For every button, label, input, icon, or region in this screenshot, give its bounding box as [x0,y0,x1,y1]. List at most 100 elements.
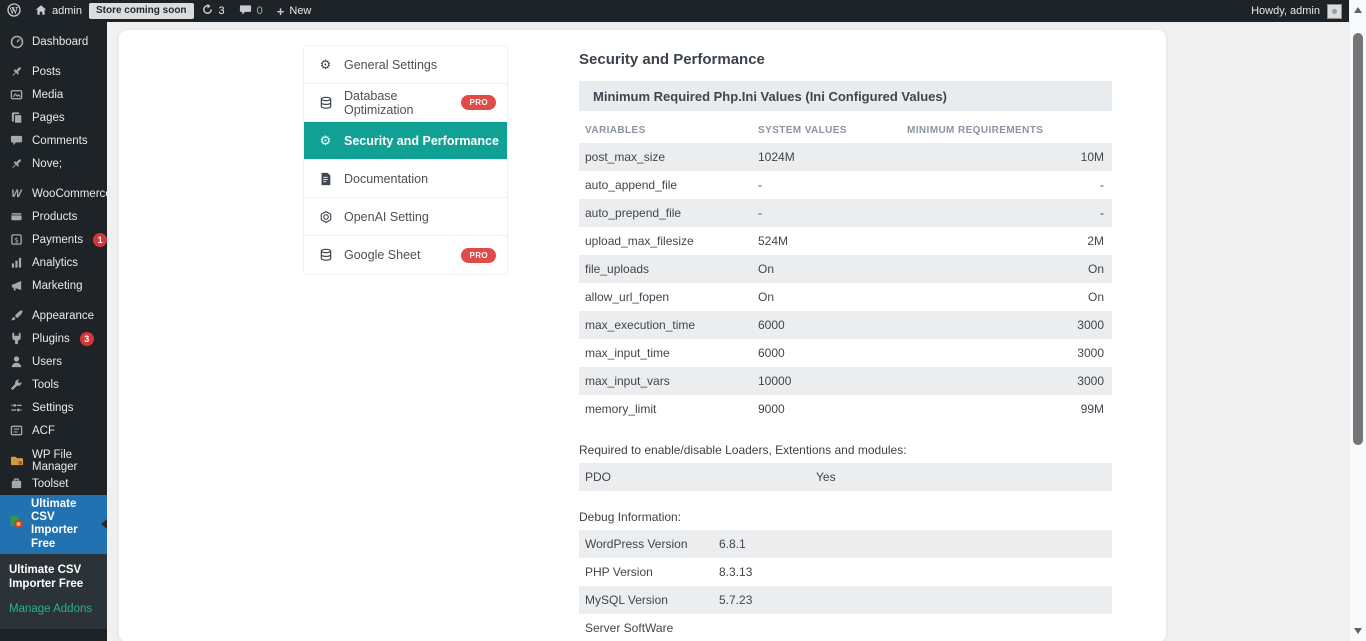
cell-minimum-requirement: 10M [901,150,1112,164]
table-row: memory_limit 9000 99M [579,395,1112,423]
cell-system-value: On [752,290,901,304]
dashboard-icon [9,35,24,49]
cell-debug-value: 5.7.23 [713,593,1112,607]
appearance-icon [9,309,24,322]
sidebar-item-nove[interactable]: Nove; [0,152,107,175]
table-row: file_uploads On On [579,255,1112,283]
site-menu[interactable]: admin [28,0,89,22]
updates-menu[interactable]: 3 [194,0,232,22]
page-title: Security and Performance [579,52,1112,68]
settings-card: ⚙ General Settings Database Optimization… [119,30,1166,641]
wordpress-logo-menu[interactable] [0,0,28,22]
tab-label: Google Sheet [344,248,420,262]
cell-minimum-requirement: 3000 [901,318,1112,332]
tab-security-and-performance[interactable]: ⚙ Security and Performance [304,122,507,160]
products-icon [9,210,24,223]
cell-system-value: 1024M [752,150,901,164]
cell-variable: allow_url_fopen [579,290,752,304]
user-avatar[interactable] [1327,4,1342,19]
cell-debug-value: 8.3.13 [713,565,1112,579]
cell-variable: file_uploads [579,262,752,276]
cell-variable: max_input_time [579,346,752,360]
cell-system-value: 6000 [752,318,901,332]
scrollbar-down-arrow-icon[interactable] [1354,628,1362,634]
sidebar-item-users[interactable]: Users [0,350,107,373]
submenu-item-manage-addons[interactable]: Manage Addons [0,600,107,620]
cell-minimum-requirement: 3000 [901,346,1112,360]
woocommerce-icon: W [9,188,24,200]
cell-system-value: 524M [752,234,901,248]
cell-variable: memory_limit [579,402,752,416]
store-coming-soon-button[interactable]: Store coming soon [89,3,194,19]
php-ini-table: post_max_size 1024M 10M auto_append_file… [579,143,1112,423]
sidebar-item-posts[interactable]: Posts [0,60,107,83]
tab-openai-setting[interactable]: OpenAI Setting [304,198,507,236]
table-row: allow_url_fopen On On [579,283,1112,311]
table-row: post_max_size 1024M 10M [579,143,1112,171]
sidebar-item-toolset[interactable]: Toolset [0,472,107,495]
sidebar-item-plugins[interactable]: Plugins 3 [0,327,107,350]
analytics-icon [9,256,24,269]
scrollbar-thumb[interactable] [1353,33,1363,445]
comment-bubble-icon [239,3,252,19]
tab-database-optimization[interactable]: Database Optimization PRO [304,84,507,122]
cell-variable: post_max_size [579,150,752,164]
toolset-icon [9,477,24,490]
csv-importer-icon [9,515,24,533]
sidebar-item-pages[interactable]: Pages [0,106,107,129]
cell-system-value: 6000 [752,346,901,360]
sidebar-item-tools[interactable]: Tools [0,373,107,396]
sidebar-item-appearance[interactable]: Appearance [0,304,107,327]
admin-sidebar-menu: Dashboard Posts Media Pages Comments Nov… [0,22,107,641]
submenu-item-ultimate-csv-importer[interactable]: Ultimate CSV Importer Free [0,561,98,595]
plugins-icon [9,332,24,345]
tab-google-sheet[interactable]: Google Sheet PRO [304,236,507,274]
cell-system-value: 9000 [752,402,901,416]
admin-bar: admin Store coming soon 3 0 + New Howdy,… [0,0,1349,22]
debug-note: Debug Information: [579,509,1112,525]
cell-loader-status: Yes [810,470,1112,484]
table-row: WordPress Version 6.8.1 [579,530,1112,558]
sidebar-item-payments[interactable]: $ Payments 1 [0,228,107,251]
tab-general-settings[interactable]: ⚙ General Settings [304,46,507,84]
payments-icon: $ [9,233,24,246]
sidebar-item-woocommerce[interactable]: W WooCommerce [0,182,107,205]
cell-minimum-requirement: On [901,262,1112,276]
loaders-note: Required to enable/disable Loaders, Exte… [579,442,1112,458]
cell-minimum-requirement: - [901,178,1112,192]
comments-menu[interactable]: 0 [232,0,270,22]
table-row: Server SoftWare [579,614,1112,641]
sidebar-item-dashboard[interactable]: Dashboard [0,30,107,53]
settings-tabs: ⚙ General Settings Database Optimization… [303,45,508,275]
sidebar-item-analytics[interactable]: Analytics [0,251,107,274]
sidebar-item-media[interactable]: Media [0,83,107,106]
sidebar-item-wp-file-manager[interactable]: WP File Manager [0,449,107,472]
new-content-menu[interactable]: + New [270,0,319,22]
column-header-system-values: SYSTEM VALUES [752,125,901,136]
document-icon [317,172,334,186]
table-row: PDO Yes [579,463,1112,491]
column-header-minimum-requirements: MINIMUM REQUIREMENTS [901,125,1112,136]
cell-variable: auto_prepend_file [579,206,752,220]
howdy-menu[interactable]: Howdy, admin [1251,5,1320,17]
settings-panel: Security and Performance Minimum Require… [579,52,1112,641]
window-scrollbar[interactable] [1349,0,1366,641]
sidebar-item-products[interactable]: Products [0,205,107,228]
cell-system-value: - [752,206,901,220]
sidebar-item-settings[interactable]: Settings [0,396,107,419]
cell-loader-name: PDO [579,470,810,484]
sidebar-item-ultimate-csv-importer[interactable]: Ultimate CSV Importer Free [0,495,107,554]
sidebar-item-comments[interactable]: Comments [0,129,107,152]
cell-system-value: 10000 [752,374,901,388]
cell-system-value: - [752,178,901,192]
gear-icon: ⚙ [317,57,334,73]
cell-variable: upload_max_filesize [579,234,752,248]
tab-documentation[interactable]: Documentation [304,160,507,198]
pushpin-icon [9,157,24,170]
table-row: auto_append_file - - [579,171,1112,199]
scrollbar-up-arrow-icon[interactable] [1354,7,1362,13]
sidebar-item-acf[interactable]: ACF [0,419,107,442]
sidebar-item-marketing[interactable]: Marketing [0,274,107,297]
tab-label: Security and Performance [344,134,499,148]
cell-minimum-requirement: 99M [901,402,1112,416]
